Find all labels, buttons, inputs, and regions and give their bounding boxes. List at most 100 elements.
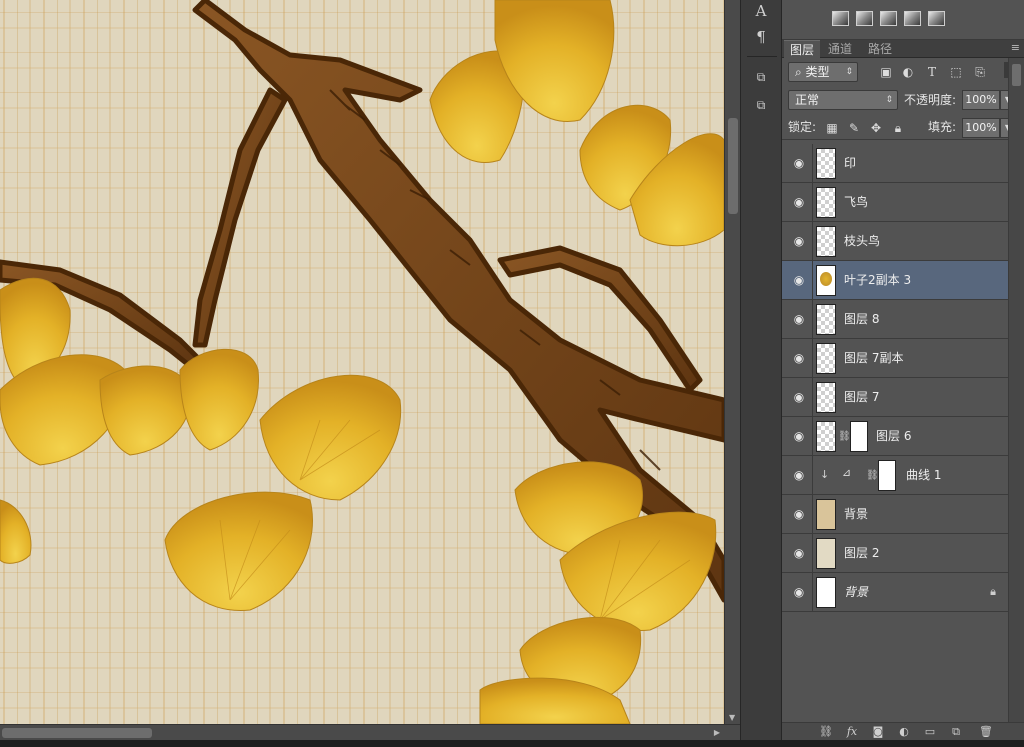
divider (812, 339, 813, 378)
new-group-icon[interactable]: ▭ (922, 725, 938, 739)
lock-all-icon[interactable]: 🔒︎ (890, 120, 906, 136)
layer-row[interactable]: ◉ 背景 🔒︎ (782, 573, 1008, 612)
paragraph-panel-icon[interactable]: ¶ (749, 26, 773, 48)
eye-icon[interactable]: ◉ (792, 273, 806, 287)
layer-name[interactable]: 图层 2 (844, 534, 879, 573)
layer-row[interactable]: ◉ 印 (782, 144, 1008, 183)
layers-scroll-thumb[interactable] (1012, 64, 1021, 86)
eye-icon[interactable]: ◉ (792, 585, 806, 599)
scroll-right-icon[interactable]: ▶ (714, 728, 720, 737)
canvas-vertical-scroll-thumb[interactable] (728, 118, 738, 214)
layer-row[interactable]: ◉ 图层 8 (782, 300, 1008, 339)
layer-row-selected[interactable]: ◉ 叶子2副本 3 (782, 261, 1008, 300)
layer-row[interactable]: ◉ 图层 7副本 (782, 339, 1008, 378)
blend-mode-dropdown[interactable]: 正常 ⇕ (788, 90, 898, 110)
filter-smart-object-icon[interactable]: ⎘ (972, 64, 988, 80)
panel-menu-icon[interactable]: ≡ (1011, 40, 1020, 58)
layer-name[interactable]: 曲线 1 (906, 456, 941, 495)
layer-thumbnail (816, 577, 836, 608)
new-layer-icon[interactable]: ⧉ (948, 725, 964, 739)
layers-scrollbar[interactable] (1008, 58, 1024, 722)
filter-pixel-icon[interactable]: ▣ (878, 64, 894, 80)
link-layers-icon[interactable]: ⛓ (818, 725, 834, 739)
link-icon[interactable]: ⛓ (866, 469, 879, 483)
layer-name[interactable]: 背景 (844, 573, 868, 612)
adjust-exposure-icon[interactable] (880, 11, 897, 26)
eye-icon[interactable]: ◉ (792, 351, 806, 365)
eye-icon[interactable]: ◉ (792, 429, 806, 443)
layer-name[interactable]: 印 (844, 144, 856, 183)
blend-row: 正常 ⇕ 不透明度: 100% ▼ (782, 88, 1024, 112)
layer-name[interactable]: 图层 7 (844, 378, 879, 417)
layer-name[interactable]: 图层 7副本 (844, 339, 903, 378)
tab-layers[interactable]: 图层 (784, 40, 821, 58)
layer-row[interactable]: ◉ 背景 (782, 495, 1008, 534)
layer-row[interactable]: ◉ ⛓ 图层 6 (782, 417, 1008, 456)
layer-name[interactable]: 背景 (844, 495, 868, 534)
filter-type-icon[interactable]: T (924, 64, 940, 80)
layer-thumbnail (816, 148, 836, 179)
opacity-label: 不透明度: (904, 93, 957, 107)
adjust-gradient-map-icon[interactable] (928, 11, 945, 26)
filter-adjustment-icon[interactable]: ◐ (900, 64, 916, 80)
canvas-vertical-scrollbar[interactable]: ▼ (724, 0, 740, 724)
layer-name[interactable]: 枝头鸟 (844, 222, 880, 261)
divider (812, 495, 813, 534)
eye-icon[interactable]: ◉ (792, 546, 806, 560)
ginkgo-artwork (0, 0, 724, 724)
layer-row[interactable]: ◉ 图层 2 (782, 534, 1008, 573)
character-styles-icon[interactable]: ⧉ (749, 66, 773, 88)
new-adjustment-layer-icon[interactable]: ◐ (896, 725, 912, 739)
lock-transparent-pixels-icon[interactable]: ▦ (824, 120, 840, 136)
adjust-vibrance-icon[interactable] (904, 11, 921, 26)
filter-shape-icon[interactable]: ⬚ (948, 64, 964, 80)
eye-icon[interactable]: ◉ (792, 195, 806, 209)
trash-icon[interactable]: 🗑︎ (978, 725, 994, 739)
filter-kind-dropdown[interactable]: ⌕ 类型 ⇕ (788, 62, 858, 82)
chevron-updown-icon: ⇕ (885, 95, 893, 105)
divider (812, 534, 813, 573)
layer-row[interactable]: ◉ 枝头鸟 (782, 222, 1008, 261)
layer-name[interactable]: 叶子2副本 3 (844, 261, 911, 300)
document-canvas[interactable] (0, 0, 724, 724)
layer-row[interactable]: ◉ 图层 7 (782, 378, 1008, 417)
tab-channels[interactable]: 通道 (822, 40, 858, 58)
divider (812, 222, 813, 261)
eye-icon[interactable]: ◉ (792, 156, 806, 170)
eye-icon[interactable]: ◉ (792, 234, 806, 248)
eye-icon[interactable]: ◉ (792, 507, 806, 521)
link-icon[interactable]: ⛓ (838, 430, 851, 444)
eye-icon[interactable]: ◉ (792, 312, 806, 326)
layer-name[interactable]: 飞鸟 (844, 183, 868, 222)
tab-paths[interactable]: 路径 (862, 40, 898, 58)
layer-mask-thumbnail[interactable] (850, 421, 868, 452)
lock-icon: 🔒︎ (990, 585, 996, 598)
layer-name[interactable]: 图层 6 (876, 417, 911, 456)
layer-style-icon[interactable]: fx (844, 725, 860, 739)
eye-icon[interactable]: ◉ (792, 390, 806, 404)
add-mask-icon[interactable]: ◙ (870, 725, 886, 739)
adjust-curves-icon[interactable] (856, 11, 873, 26)
clipping-arrow-icon: ↓ (820, 468, 830, 481)
scroll-down-icon[interactable]: ▼ (729, 713, 735, 722)
divider (812, 417, 813, 456)
lock-position-icon[interactable]: ✥ (868, 120, 884, 136)
divider (812, 144, 813, 183)
divider (812, 456, 813, 495)
divider (812, 378, 813, 417)
canvas-horizontal-scrollbar[interactable]: ▶ (0, 724, 740, 740)
chevron-updown-icon: ⇕ (845, 67, 853, 77)
layer-thumbnail (816, 382, 836, 413)
layer-name[interactable]: 图层 8 (844, 300, 879, 339)
paragraph-styles-icon[interactable]: ⧉ (749, 94, 773, 116)
opacity-input[interactable]: 100% (962, 90, 1000, 110)
canvas-horizontal-scroll-thumb[interactable] (2, 728, 152, 738)
character-panel-icon[interactable]: A (749, 0, 773, 22)
layer-row[interactable]: ◉ ↓ ⊿ ⛓ 曲线 1 (782, 456, 1008, 495)
layer-row[interactable]: ◉ 飞鸟 (782, 183, 1008, 222)
lock-image-pixels-icon[interactable]: ✎ (846, 120, 862, 136)
eye-icon[interactable]: ◉ (792, 468, 806, 482)
fill-input[interactable]: 100% (962, 118, 1000, 138)
adjust-brightness-icon[interactable] (832, 11, 849, 26)
layer-mask-thumbnail[interactable] (878, 460, 896, 491)
